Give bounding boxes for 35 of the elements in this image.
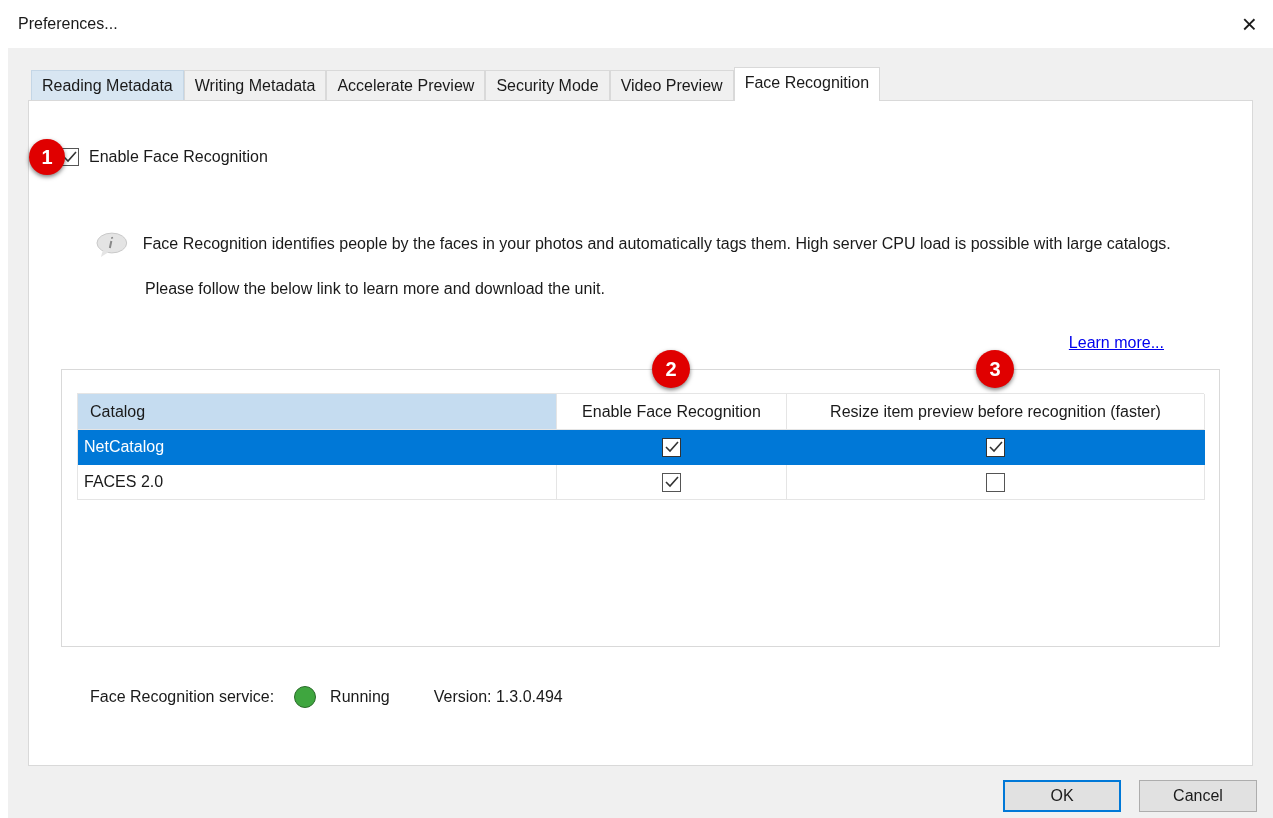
- info-text: Face Recognition identifies people by the faces in your photos and automatically tags them. High server CPU load is possible with large catalogs.: [142, 234, 1172, 254]
- column-header[interactable]: Resize item preview before recognition (faster): [787, 394, 1205, 430]
- checkbox[interactable]: [986, 472, 1005, 492]
- checkbox[interactable]: [61, 148, 79, 166]
- tab[interactable]: Face Recognition: [733, 67, 881, 101]
- version-text: Version: 1.3.0.494: [433, 687, 563, 707]
- follow-text: Please follow the below link to learn more and download the unit.: [145, 279, 606, 299]
- checkbox-label: Enable Face Recognition: [89, 147, 268, 167]
- service-status: Running: [330, 687, 390, 707]
- callout-marker: 3: [976, 350, 1014, 388]
- dialog-button[interactable]: OK: [1003, 780, 1121, 812]
- column-header[interactable]: Catalog: [78, 394, 557, 430]
- close-button[interactable]: ×: [1241, 11, 1257, 37]
- learn-more-link[interactable]: Learn more...: [1068, 331, 1164, 355]
- check-icon: [664, 476, 679, 488]
- dialog-button[interactable]: Cancel: [1139, 780, 1257, 812]
- table-cell[interactable]: NetCatalog: [78, 430, 557, 465]
- tab[interactable]: Accelerate Preview: [326, 70, 486, 100]
- tab[interactable]: Video Preview: [609, 70, 734, 100]
- table-cell[interactable]: FACES 2.0: [78, 465, 557, 500]
- callout-marker: 1: [29, 139, 65, 175]
- window-title: Preferences...: [18, 14, 118, 34]
- info-icon: [95, 231, 129, 259]
- service-label: Face Recognition service:: [90, 687, 275, 707]
- checkbox[interactable]: [662, 472, 681, 492]
- check-icon: [664, 441, 679, 453]
- tab[interactable]: Reading Metadata: [31, 70, 184, 100]
- check-icon: [988, 441, 1003, 453]
- check-icon: [63, 151, 77, 163]
- callout-marker: 2: [652, 350, 690, 388]
- checkbox[interactable]: [662, 437, 681, 457]
- column-header[interactable]: Enable Face Recognition: [557, 394, 787, 430]
- tab[interactable]: Security Mode: [485, 70, 610, 100]
- tab[interactable]: Writing Metadata: [183, 70, 327, 100]
- checkbox[interactable]: [986, 437, 1005, 457]
